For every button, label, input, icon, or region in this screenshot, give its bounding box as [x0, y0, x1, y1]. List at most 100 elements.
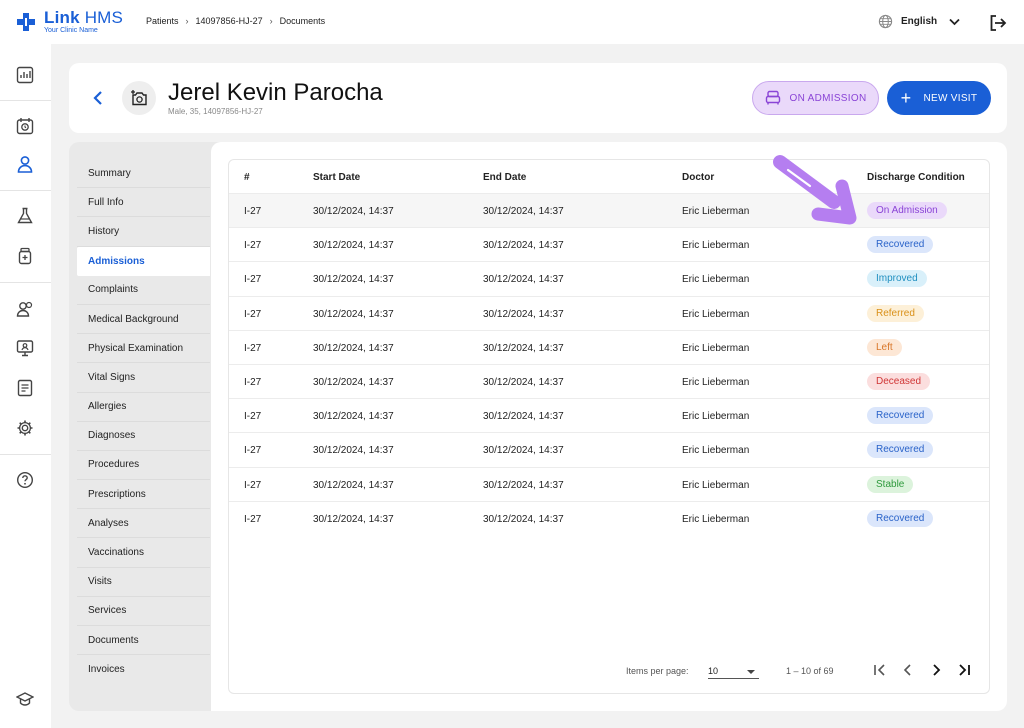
calendar-icon[interactable] — [16, 117, 34, 135]
first-page-icon[interactable] — [872, 662, 888, 678]
cell-end-date: 30/12/2024, 14:37 — [483, 445, 564, 457]
graduation-cap-icon[interactable] — [16, 690, 34, 708]
submenu-item-procedures[interactable]: Procedures — [77, 451, 210, 481]
patient-meta: Male, 35, 14097856-HJ-27 — [168, 107, 263, 116]
submenu-item-prescriptions[interactable]: Prescriptions — [77, 480, 210, 510]
submenu-item-summary[interactable]: Summary — [77, 159, 210, 189]
cell-doctor: Eric Lieberman — [682, 240, 750, 252]
submenu-item-visits[interactable]: Visits — [77, 568, 210, 597]
admissions-table: # Start Date End Date Doctor Discharge C… — [228, 159, 990, 694]
cell-start-date: 30/12/2024, 14:37 — [313, 308, 394, 320]
submenu-item-full-info[interactable]: Full Info — [77, 188, 210, 218]
submenu-item-invoices[interactable]: Invoices — [77, 655, 210, 684]
cell-end-date: 30/12/2024, 14:37 — [483, 342, 564, 354]
next-page-icon[interactable] — [928, 662, 944, 678]
medicine-bottle-icon[interactable] — [16, 247, 34, 265]
cell-start-date: 30/12/2024, 14:37 — [313, 479, 394, 491]
lab-flask-icon[interactable] — [16, 207, 34, 225]
table-row[interactable]: I-27 30/12/2024, 14:37 30/12/2024, 14:37 Er… — [229, 329, 989, 364]
submenu-item-history[interactable]: History — [77, 217, 210, 247]
column-header-end-date[interactable]: End Date — [483, 172, 526, 183]
annotation-arrow-icon — [773, 155, 857, 225]
table-row[interactable]: I-27 30/12/2024, 14:37 30/12/2024, 14:37 Er… — [229, 398, 989, 432]
status-badge: Left — [867, 338, 902, 356]
status-badge: Recovered — [867, 236, 934, 254]
column-header-id[interactable]: # — [244, 172, 250, 183]
cell-id: I-27 — [244, 240, 262, 252]
submenu-item-medical-background[interactable]: Medical Background — [77, 305, 210, 335]
cell-id: I-27 — [244, 445, 262, 457]
on-admission-button[interactable]: ON ADMISSION — [752, 81, 879, 115]
cell-start-date: 30/12/2024, 14:37 — [313, 377, 394, 388]
table-row[interactable]: I-27 30/12/2024, 14:37 30/12/2024, 14:37 Er… — [229, 261, 989, 295]
icon-sidebar — [0, 44, 51, 728]
column-header-discharge-condition[interactable]: Discharge Condition — [867, 172, 965, 183]
cell-start-date: 30/12/2024, 14:37 — [313, 445, 394, 457]
column-header-start-date[interactable]: Start Date — [313, 172, 360, 183]
status-badge: Stable — [867, 475, 914, 493]
submenu-item-diagnoses[interactable]: Diagnoses — [77, 422, 210, 451]
back-arrow-icon[interactable] — [91, 89, 105, 107]
patient-submenu: Summary Full Info History Admissions Complai… — [77, 159, 210, 684]
language-selector[interactable]: English — [878, 14, 968, 29]
table-row[interactable]: I-27 30/12/2024, 14:37 30/12/2024, 14:37 Er… — [229, 364, 989, 398]
table-header: # Start Date End Date Doctor Discharge C… — [229, 160, 989, 193]
on-admission-label: ON ADMISSION — [789, 92, 867, 104]
submenu-item-services[interactable]: Services — [77, 597, 210, 626]
column-header-doctor[interactable]: Doctor — [682, 172, 714, 183]
table-row[interactable]: I-27 30/12/2024, 14:37 30/12/2024, 14:37 Er… — [229, 432, 989, 466]
status-badge: Deceased — [867, 373, 931, 390]
settings-gear-icon[interactable] — [16, 419, 34, 437]
table-row[interactable]: I-27 30/12/2024, 14:37 30/12/2024, 14:37 Er… — [229, 193, 989, 227]
breadcrumb-patients[interactable]: Patients — [146, 16, 179, 26]
language-label: English — [901, 16, 938, 27]
app-logo[interactable]: Link HMS Your Clinic Name — [16, 9, 123, 35]
table-row[interactable]: I-27 30/12/2024, 14:37 30/12/2024, 14:37 Er… — [229, 466, 989, 501]
submenu-item-physical-examination[interactable]: Physical Examination — [77, 334, 210, 364]
previous-page-icon[interactable] — [900, 662, 916, 678]
cell-doctor: Eric Lieberman — [682, 377, 750, 388]
report-icon[interactable] — [16, 379, 34, 397]
cell-end-date: 30/12/2024, 14:37 — [483, 308, 564, 320]
camera-add-icon — [131, 90, 147, 106]
cell-start-date: 30/12/2024, 14:37 — [313, 274, 394, 286]
chevron-down-icon — [949, 18, 960, 25]
patient-header: Jerel Kevin Parocha Male, 35, 14097856-H… — [69, 63, 1007, 133]
status-badge: Recovered — [867, 407, 934, 425]
last-page-icon[interactable] — [956, 662, 972, 678]
breadcrumb: Patients › 14097856-HJ-27 › Documents — [146, 16, 325, 26]
monitor-icon[interactable] — [16, 339, 34, 357]
patients-icon[interactable] — [16, 155, 34, 173]
cell-end-date: 30/12/2024, 14:37 — [483, 513, 564, 525]
cell-start-date: 30/12/2024, 14:37 — [313, 411, 394, 423]
table-row[interactable]: I-27 30/12/2024, 14:37 30/12/2024, 14:37 Er… — [229, 295, 989, 330]
globe-icon — [878, 14, 893, 29]
submenu-item-vital-signs[interactable]: Vital Signs — [77, 363, 210, 393]
items-per-page-select[interactable]: 10 — [708, 663, 759, 679]
cell-id: I-27 — [244, 479, 262, 491]
logout-icon[interactable] — [989, 14, 1007, 32]
breadcrumb-documents[interactable]: Documents — [280, 16, 326, 26]
cell-doctor: Eric Lieberman — [682, 411, 750, 423]
submenu-item-documents[interactable]: Documents — [77, 626, 210, 656]
cell-id: I-27 — [244, 377, 262, 388]
breadcrumb-patient-id[interactable]: 14097856-HJ-27 — [196, 16, 263, 26]
table-row[interactable]: I-27 30/12/2024, 14:37 30/12/2024, 14:37 Er… — [229, 500, 989, 535]
submenu-item-analyses[interactable]: Analyses — [77, 509, 210, 539]
cell-id: I-27 — [244, 206, 262, 217]
submenu-item-complaints[interactable]: Complaints — [77, 276, 210, 305]
submenu-item-allergies[interactable]: Allergies — [77, 393, 210, 422]
help-icon[interactable] — [16, 471, 34, 489]
submenu-item-vaccinations[interactable]: Vaccinations — [77, 538, 210, 568]
cell-end-date: 30/12/2024, 14:37 — [483, 411, 564, 423]
cell-start-date: 30/12/2024, 14:37 — [313, 206, 394, 217]
app-name: Link HMS — [44, 8, 124, 27]
table-row[interactable]: I-27 30/12/2024, 14:37 30/12/2024, 14:37 Er… — [229, 227, 989, 261]
dashboard-icon[interactable] — [16, 66, 34, 84]
new-visit-button[interactable]: + NEW VISIT — [887, 81, 991, 115]
add-photo-button[interactable] — [122, 81, 156, 115]
cell-id: I-27 — [244, 342, 262, 354]
staff-icon[interactable] — [16, 300, 34, 318]
submenu-item-admissions[interactable]: Admissions — [77, 246, 210, 276]
cell-id: I-27 — [244, 513, 262, 525]
